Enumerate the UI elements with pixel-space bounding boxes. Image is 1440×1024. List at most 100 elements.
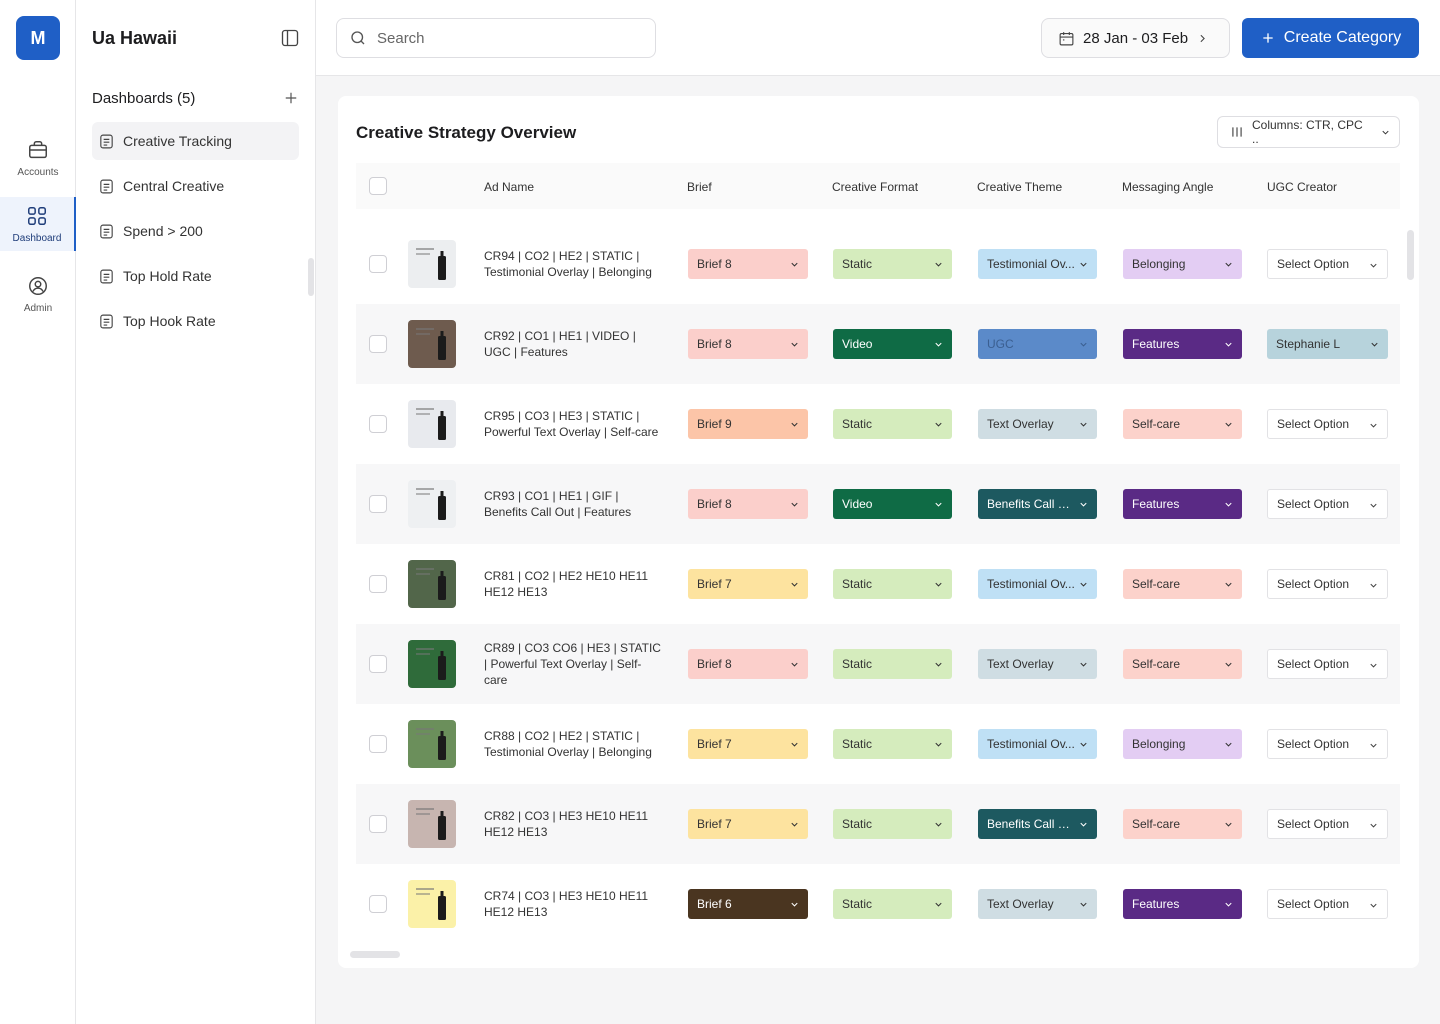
row-checkbox[interactable] bbox=[369, 735, 387, 753]
angle-dropdown[interactable]: Self-care bbox=[1123, 569, 1242, 599]
chevron-down-icon bbox=[1225, 742, 1232, 747]
creator-dropdown[interactable]: Select Option bbox=[1267, 809, 1388, 839]
rail-item-dashboard[interactable]: Dashboard bbox=[0, 197, 76, 251]
theme-dropdown[interactable]: Benefits Call O... bbox=[978, 489, 1097, 519]
columns-selector[interactable]: Columns: CTR, CPC .. bbox=[1217, 116, 1400, 148]
creator-dropdown[interactable]: Select Option bbox=[1267, 409, 1388, 439]
chevron-down-icon bbox=[791, 342, 798, 347]
document-icon bbox=[100, 224, 113, 238]
row-checkbox[interactable] bbox=[369, 335, 387, 353]
brief-dropdown[interactable]: Brief 9 bbox=[688, 409, 808, 439]
creator-dropdown[interactable]: Select Option bbox=[1267, 729, 1388, 759]
ad-thumbnail bbox=[408, 240, 456, 288]
plus-icon[interactable] bbox=[282, 89, 300, 107]
creator-dropdown[interactable]: Select Option bbox=[1267, 249, 1388, 279]
sidebar-item-spend[interactable]: Spend > 200 bbox=[92, 212, 299, 250]
creator-dropdown[interactable]: Select Option bbox=[1267, 649, 1388, 679]
format-dropdown[interactable]: Static bbox=[833, 409, 952, 439]
sidebar-item-label: Spend > 200 bbox=[123, 223, 203, 239]
creator-dropdown[interactable]: Stephanie L bbox=[1267, 329, 1388, 359]
ad-name: CR94 | CO2 | HE2 | STATIC | Testimonial … bbox=[484, 249, 652, 279]
sidebar-scrollbar[interactable] bbox=[308, 258, 314, 296]
row-checkbox[interactable] bbox=[369, 575, 387, 593]
angle-dropdown[interactable]: Self-care bbox=[1123, 409, 1242, 439]
angle-dropdown[interactable]: Self-care bbox=[1123, 809, 1242, 839]
ad-thumbnail-image bbox=[408, 800, 456, 848]
app-logo[interactable]: M bbox=[16, 16, 60, 60]
format-dropdown[interactable]: Static bbox=[833, 569, 952, 599]
briefcase-icon bbox=[29, 140, 47, 158]
sidebar-item-label: Central Creative bbox=[123, 178, 225, 194]
sidebar-item-label: Top Hook Rate bbox=[123, 313, 216, 329]
theme-dropdown[interactable]: Text Overlay bbox=[978, 649, 1097, 679]
brief-dropdown[interactable]: Brief 8 bbox=[688, 649, 808, 679]
sidebar-item-top-hold-rate[interactable]: Top Hold Rate bbox=[92, 257, 299, 295]
vertical-scrollbar[interactable] bbox=[1407, 230, 1414, 280]
angle-dropdown[interactable]: Belonging bbox=[1123, 729, 1242, 759]
theme-dropdown[interactable]: Benefits Call O... bbox=[978, 809, 1097, 839]
brief-dropdown[interactable]: Brief 7 bbox=[688, 729, 808, 759]
angle-value: Self-care bbox=[1132, 577, 1181, 591]
format-dropdown[interactable]: Video bbox=[833, 329, 952, 359]
creator-dropdown[interactable]: Select Option bbox=[1267, 569, 1388, 599]
row-checkbox[interactable] bbox=[369, 895, 387, 913]
theme-dropdown[interactable]: Text Overlay bbox=[978, 409, 1097, 439]
brief-value: Brief 7 bbox=[697, 577, 732, 591]
ad-name: CR81 | CO2 | HE2 HE10 HE11 HE12 HE13 bbox=[484, 569, 649, 599]
calendar-icon bbox=[1059, 31, 1074, 45]
row-checkbox[interactable] bbox=[369, 415, 387, 433]
brief-dropdown[interactable]: Brief 8 bbox=[688, 329, 808, 359]
theme-dropdown[interactable]: Testimonial Ov... bbox=[978, 249, 1097, 279]
theme-dropdown[interactable]: Testimonial Ov... bbox=[978, 569, 1097, 599]
angle-dropdown[interactable]: Self-care bbox=[1123, 649, 1242, 679]
brief-dropdown[interactable]: Brief 8 bbox=[688, 249, 808, 279]
create-category-button[interactable]: Create Category bbox=[1242, 18, 1419, 58]
brief-dropdown[interactable]: Brief 7 bbox=[688, 569, 808, 599]
format-dropdown[interactable]: Static bbox=[833, 809, 952, 839]
search-box[interactable] bbox=[336, 18, 656, 58]
angle-value: Self-care bbox=[1132, 657, 1181, 671]
brief-dropdown[interactable]: Brief 6 bbox=[688, 889, 808, 919]
sidebar: Ua Hawaii Dashboards (5) Creative Tracki… bbox=[76, 0, 316, 1024]
brief-dropdown[interactable]: Brief 8 bbox=[688, 489, 808, 519]
ad-thumbnail-image bbox=[408, 560, 456, 608]
row-checkbox[interactable] bbox=[369, 255, 387, 273]
brief-value: Brief 7 bbox=[697, 817, 732, 831]
rail-item-admin[interactable]: Admin bbox=[0, 268, 76, 320]
table-row: CR81 | CO2 | HE2 HE10 HE11 HE12 HE13 Brie… bbox=[356, 544, 1400, 624]
sidebar-item-creative-tracking[interactable]: Creative Tracking bbox=[92, 122, 299, 160]
angle-dropdown[interactable]: Belonging bbox=[1123, 249, 1242, 279]
format-dropdown[interactable]: Video bbox=[833, 489, 952, 519]
row-checkbox[interactable] bbox=[369, 655, 387, 673]
creator-dropdown[interactable]: Select Option bbox=[1267, 889, 1388, 919]
chevron-down-icon bbox=[935, 422, 942, 427]
ad-name: CR82 | CO3 | HE3 HE10 HE11 HE12 HE13 bbox=[484, 809, 649, 839]
search-icon bbox=[351, 31, 365, 45]
theme-dropdown[interactable]: Testimonial Ov... bbox=[978, 729, 1097, 759]
angle-dropdown[interactable]: Features bbox=[1123, 329, 1242, 359]
format-dropdown[interactable]: Static bbox=[833, 649, 952, 679]
chevron-down-icon bbox=[935, 582, 942, 587]
format-dropdown[interactable]: Static bbox=[833, 249, 952, 279]
format-dropdown[interactable]: Static bbox=[833, 729, 952, 759]
theme-dropdown[interactable]: Text Overlay bbox=[978, 889, 1097, 919]
sidebar-item-central-creative[interactable]: Central Creative bbox=[92, 167, 299, 205]
row-checkbox[interactable] bbox=[369, 815, 387, 833]
brief-dropdown[interactable]: Brief 7 bbox=[688, 809, 808, 839]
sidebar-item-top-hook-rate[interactable]: Top Hook Rate bbox=[92, 302, 299, 340]
theme-dropdown[interactable]: UGC bbox=[978, 329, 1097, 359]
search-input[interactable] bbox=[377, 29, 637, 47]
creator-dropdown[interactable]: Select Option bbox=[1267, 489, 1388, 519]
rail-item-accounts[interactable]: Accounts bbox=[0, 132, 76, 184]
sidebar-toggle-icon[interactable] bbox=[280, 28, 300, 48]
ad-thumbnail bbox=[408, 880, 456, 928]
select-all-checkbox[interactable] bbox=[369, 177, 387, 195]
row-checkbox[interactable] bbox=[369, 495, 387, 513]
angle-dropdown[interactable]: Features bbox=[1123, 889, 1242, 919]
format-dropdown[interactable]: Static bbox=[833, 889, 952, 919]
table-row: CR82 | CO3 | HE3 HE10 HE11 HE12 HE13 Brie… bbox=[356, 784, 1400, 864]
ad-thumbnail-image bbox=[408, 880, 456, 928]
horizontal-scrollbar[interactable] bbox=[350, 951, 400, 958]
angle-dropdown[interactable]: Features bbox=[1123, 489, 1242, 519]
date-range-picker[interactable]: 28 Jan - 03 Feb bbox=[1041, 18, 1230, 58]
